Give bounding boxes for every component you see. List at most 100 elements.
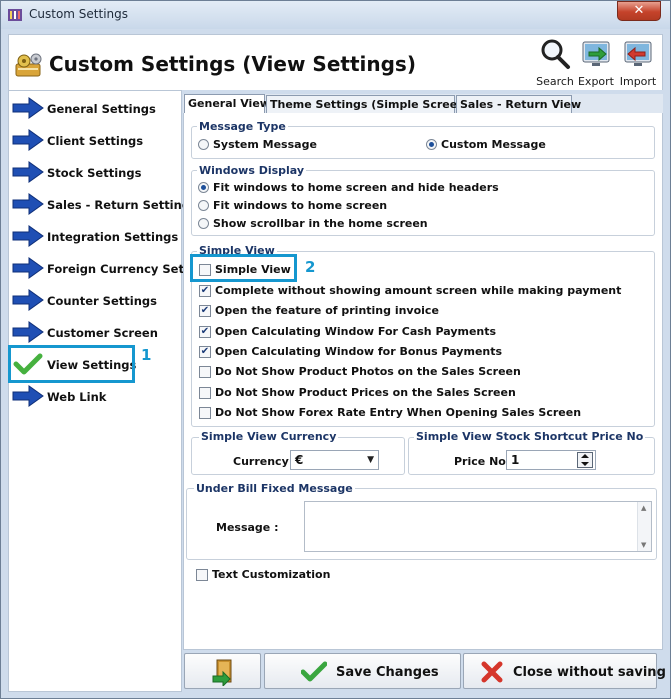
fit-hide-headers-radio[interactable] [198, 182, 209, 193]
save-changes-label: Save Changes [336, 665, 439, 680]
price-no-value: 1 [511, 453, 520, 467]
close-without-saving-label: Close without saving [513, 665, 666, 680]
tab-label: Sales - Return View [460, 98, 582, 111]
sidebar-item-stock-settings[interactable]: Stock Settings [10, 158, 182, 188]
windows-display-title: Windows Display [197, 164, 307, 177]
arrow-right-icon [12, 225, 44, 247]
simple-view-option-label: Open Calculating Window for Bonus Paymen… [215, 345, 503, 358]
currency-select[interactable]: € ▼ [290, 450, 379, 470]
tab-sales-return-view[interactable]: Sales - Return View [456, 95, 581, 113]
currency-value: € [295, 453, 304, 467]
simple-view-option-label: Open Calculating Window For Cash Payment… [215, 325, 497, 338]
simple-view-option-checkbox[interactable]: ✔ [199, 285, 211, 297]
import-label: Import [619, 75, 657, 88]
custom-message-radio[interactable] [426, 139, 437, 150]
arrow-right-icon [12, 289, 44, 311]
check-mark-icon: ✔ [200, 305, 210, 316]
search-icon [541, 39, 570, 69]
sidebar-item-sales-return-settings[interactable]: Sales - Return Settings [10, 190, 197, 220]
arrow-right-icon [12, 321, 44, 343]
close-icon [481, 661, 503, 683]
window-close-button[interactable]: ✕ [617, 1, 661, 21]
door-exit-icon [212, 659, 232, 686]
text-customization-label: Text Customization [212, 568, 331, 581]
arrow-right-icon [12, 129, 44, 151]
simple-view-option-label: Complete without showing amount screen w… [215, 284, 622, 297]
message-textarea[interactable]: ▲ ▼ [304, 501, 652, 552]
tab-label: General View [188, 97, 270, 110]
export-button[interactable]: Export [576, 38, 616, 88]
export-icon [582, 41, 610, 66]
simple-view-option-checkbox[interactable] [199, 387, 211, 399]
currency-label: Currency [233, 455, 289, 468]
simple-view-option-label: Open the feature of printing invoice [215, 304, 439, 317]
sidebar-item-label: Sales - Return Settings [47, 198, 197, 212]
message-label: Message : [216, 521, 279, 534]
sidebar-item-client-settings[interactable]: Client Settings [10, 126, 182, 156]
import-icon [624, 41, 652, 66]
simple-view-option-checkbox[interactable]: ✔ [199, 326, 211, 338]
simple-view-option-label: Do Not Show Product Prices on the Sales … [215, 386, 516, 399]
restore-button[interactable] [184, 653, 261, 689]
fit-home-screen-label: Fit windows to home screen [213, 199, 388, 212]
annotation-box-1 [8, 345, 135, 383]
tab-general-view[interactable]: General View [184, 94, 270, 113]
simple-view-option-checkbox[interactable]: ✔ [199, 346, 211, 358]
show-scrollbar-radio[interactable] [198, 218, 209, 229]
chevron-down-icon: ▼ [367, 455, 374, 465]
simple-view-option-checkbox[interactable] [199, 407, 211, 419]
message-type-title: Message Type [197, 120, 288, 133]
show-scrollbar-label: Show scrollbar in the home screen [213, 217, 428, 230]
import-button[interactable]: Import [618, 38, 658, 88]
sidebar-item-label: Counter Settings [47, 294, 157, 308]
sidebar-item-counter-settings[interactable]: Counter Settings [10, 286, 182, 316]
sidebar-item-label: Customer Screen [47, 326, 158, 340]
save-changes-button[interactable]: Save Changes [264, 653, 461, 689]
fit-hide-headers-label: Fit windows to home screen and hide head… [213, 181, 499, 194]
simple-view-option-checkbox[interactable]: ✔ [199, 305, 211, 317]
sidebar-item-label: Integration Settings [47, 230, 179, 244]
simple-view-option-label: Do Not Show Forex Rate Entry When Openin… [215, 406, 582, 419]
checkmark-icon [301, 661, 327, 682]
arrow-right-icon [12, 161, 44, 183]
tab-theme-settings[interactable]: Theme Settings (Simple Screen) [266, 95, 470, 113]
check-mark-icon: ✔ [200, 326, 210, 337]
scroll-down-icon[interactable]: ▼ [641, 541, 646, 549]
arrow-right-icon [12, 385, 44, 407]
check-mark-icon: ✔ [200, 285, 210, 296]
sidebar-item-label: Web Link [47, 390, 107, 404]
export-label: Export [577, 75, 614, 88]
tab-label: Theme Settings (Simple Screen) [270, 98, 471, 111]
price-no-title: Simple View Stock Shortcut Price No [414, 430, 646, 443]
sidebar-item-integration-settings[interactable]: Integration Settings [10, 222, 182, 252]
sidebar-item-label: Stock Settings [47, 166, 142, 180]
text-customization-checkbox[interactable] [196, 569, 208, 581]
close-icon: ✕ [633, 3, 645, 18]
arrow-right-icon [12, 257, 44, 279]
system-message-label: System Message [213, 138, 317, 151]
spinner-icon[interactable] [577, 452, 593, 468]
system-message-radio[interactable] [198, 139, 209, 150]
close-without-saving-button[interactable]: Close without saving [463, 653, 666, 689]
window-title: Custom Settings [29, 7, 129, 21]
annotation-number-2: 2 [305, 258, 316, 276]
scrollbar[interactable]: ▲ ▼ [637, 502, 651, 551]
scroll-up-icon[interactable]: ▲ [641, 504, 646, 512]
price-no-stepper[interactable]: 1 [506, 450, 596, 470]
sidebar-item-web-link[interactable]: Web Link [10, 382, 182, 412]
sidebar-item-label: Foreign Currency Settin [47, 262, 202, 276]
sidebar-item-general-settings[interactable]: General Settings [10, 94, 182, 124]
annotation-number-1: 1 [141, 346, 152, 364]
settings-gear-icon [15, 53, 42, 77]
price-no-label: Price No [454, 455, 506, 468]
bill-message-title: Under Bill Fixed Message [194, 482, 355, 495]
fit-home-screen-radio[interactable] [198, 200, 209, 211]
sidebar-item-foreign-currency-settin[interactable]: Foreign Currency Settin [10, 254, 202, 284]
arrow-right-icon [12, 97, 44, 119]
search-button[interactable]: Search [535, 38, 575, 88]
simple-view-option-checkbox[interactable] [199, 366, 211, 378]
sidebar-item-label: General Settings [47, 102, 156, 116]
currency-title: Simple View Currency [199, 430, 339, 443]
custom-message-label: Custom Message [441, 138, 546, 151]
sidebar-item-customer-screen[interactable]: Customer Screen [10, 318, 182, 348]
